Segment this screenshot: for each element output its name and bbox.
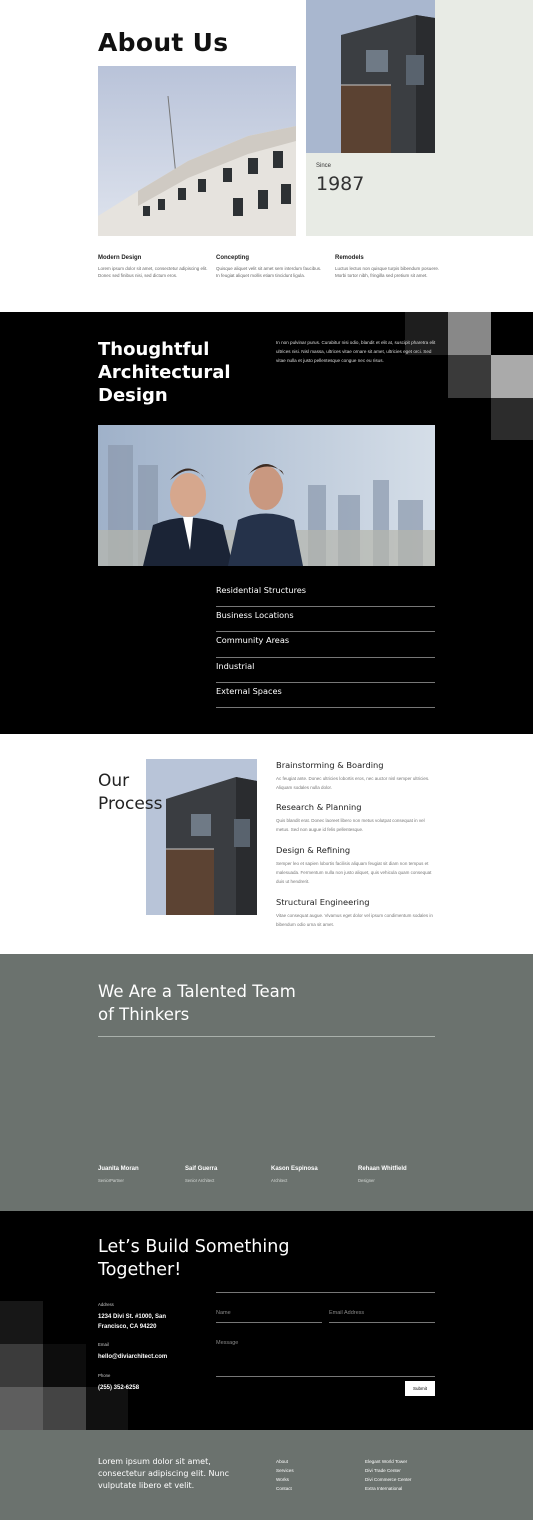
phone-block: Phone (255) 352-6258 xyxy=(98,1373,139,1393)
phone-value[interactable]: (255) 352-6258 xyxy=(98,1383,139,1393)
service-industrial[interactable]: Industrial xyxy=(216,658,435,683)
decor-square xyxy=(43,1344,86,1387)
step-title: Structural Engineering xyxy=(276,897,370,907)
message-field[interactable]: Message xyxy=(216,1337,435,1377)
feature-text: Quisque aliquet velit sit amet sem inter… xyxy=(216,266,322,278)
decor-square xyxy=(491,398,533,440)
location-item: Elegant World Tower xyxy=(365,1459,408,1464)
feature-concepting: Concepting Quisque aliquet velit sit ame… xyxy=(216,255,326,279)
business-people-image xyxy=(98,425,435,566)
submit-button[interactable]: Submit xyxy=(405,1381,435,1396)
decor-square xyxy=(448,355,491,398)
services-list: Residential Structures Business Location… xyxy=(216,582,435,708)
footer-link-services[interactable]: Services xyxy=(276,1466,294,1475)
team-member: Juanita Moran SeniorPartner xyxy=(98,1166,178,1183)
member-role: Senior Architect xyxy=(185,1178,215,1183)
process-section: Our Process Brainstorming & Boarding Ac … xyxy=(0,734,533,954)
address-value: 1234 Divi St. #1000, San Francisco, CA 9… xyxy=(98,1314,167,1330)
section-description: In non pulvinar purus. Curabitur nisi od… xyxy=(276,340,436,364)
team-title: We Are a Talented Team of Thinkers xyxy=(98,982,296,1024)
step-title: Research & Planning xyxy=(276,802,362,812)
process-title: Our Process xyxy=(98,771,163,814)
decor-square xyxy=(0,1387,43,1430)
footer-link-contact[interactable]: Contact xyxy=(276,1484,294,1493)
building-facade-image xyxy=(98,66,296,236)
since-label: Since xyxy=(316,163,332,169)
step-text: Vitae consequat augue. Vivamus eget dolo… xyxy=(276,913,433,928)
service-residential-structures[interactable]: Residential Structures xyxy=(216,582,435,608)
member-name: Saif Guerra xyxy=(185,1166,218,1172)
member-role: Designer xyxy=(358,1178,375,1183)
process-step: Design & Refining Semper leo et sapien l… xyxy=(276,845,436,887)
phone-label: Phone xyxy=(98,1373,111,1378)
feature-text: Luctus lectus non quisque turpis bibendu… xyxy=(335,266,440,278)
email-field[interactable]: Email Address xyxy=(329,1307,435,1323)
location-item: Extra International xyxy=(365,1486,403,1491)
about-section: About Us Since 1987 Modern Design Lorem … xyxy=(0,0,533,312)
contact-section: Let’s Build Something Together! Address … xyxy=(0,1211,533,1430)
feature-remodels: Remodels Luctus lectus non quisque turpi… xyxy=(335,255,445,279)
footer-link-works[interactable]: Works xyxy=(276,1475,294,1484)
service-external-spaces[interactable]: External Spaces xyxy=(216,683,435,708)
feature-title: Concepting xyxy=(216,255,249,261)
member-role: Architect xyxy=(271,1178,288,1183)
step-title: Design & Refining xyxy=(276,845,351,855)
address-block: Address 1234 Divi St. #1000, San Francis… xyxy=(98,1302,166,1332)
team-section: We Are a Talented Team of Thinkers Juani… xyxy=(0,954,533,1211)
member-role: SeniorPartner xyxy=(98,1178,124,1183)
email-value[interactable]: hello@diviarchitect.com xyxy=(98,1352,167,1362)
decor-square xyxy=(86,1387,128,1430)
modern-house-image xyxy=(146,759,257,915)
feature-title: Remodels xyxy=(335,255,364,261)
location-item: Divi Trade Center xyxy=(365,1468,401,1473)
feature-title: Modern Design xyxy=(98,255,142,261)
section-title: Thoughtful Architectural Design xyxy=(98,339,231,406)
step-text: Ac feugiat ante. Donec ultricies loborti… xyxy=(276,776,430,791)
name-field[interactable]: Name xyxy=(216,1307,322,1323)
feature-modern-design: Modern Design Lorem ipsum dolor sit amet… xyxy=(98,255,208,279)
service-community-areas[interactable]: Community Areas xyxy=(216,632,435,658)
contact-title: Let’s Build Something Together! xyxy=(98,1237,290,1280)
footer: Lorem ipsum dolor sit amet, consectetur … xyxy=(0,1430,533,1520)
decor-square xyxy=(43,1387,86,1430)
location-item: Divi Commerce Center xyxy=(365,1477,412,1482)
decor-square xyxy=(491,355,533,398)
decor-square xyxy=(0,1344,43,1387)
footer-link-about[interactable]: About xyxy=(276,1457,294,1466)
feature-text: Lorem ipsum dolor sit amet, consectetur … xyxy=(98,266,208,278)
decor-square xyxy=(448,312,491,355)
service-business-locations[interactable]: Business Locations xyxy=(216,607,435,633)
since-year: 1987 xyxy=(316,173,365,195)
divider xyxy=(98,1036,435,1037)
process-step: Research & Planning Quis blandit erat. D… xyxy=(276,802,436,834)
process-step: Brainstorming & Boarding Ac feugiat ante… xyxy=(276,760,436,792)
team-member: Saif Guerra Senior Architect xyxy=(185,1166,265,1183)
footer-text: Lorem ipsum dolor sit amet, consectetur … xyxy=(98,1457,230,1490)
about-title: About Us xyxy=(98,28,229,57)
footer-nav: About Services Works Contact xyxy=(276,1457,294,1493)
step-text: Quis blandit erat. Donec laoreet libero … xyxy=(276,818,425,833)
member-name: Kason Espinosa xyxy=(271,1166,318,1172)
member-name: Rehaan Whitfield xyxy=(358,1166,407,1172)
step-title: Brainstorming & Boarding xyxy=(276,760,384,770)
modern-house-image xyxy=(306,0,435,153)
divider xyxy=(216,1292,435,1293)
team-member: Kason Espinosa Architect xyxy=(271,1166,351,1183)
email-label: Email xyxy=(98,1342,109,1347)
process-step: Structural Engineering Vitae consequat a… xyxy=(276,897,436,929)
architectural-design-section: Thoughtful Architectural Design In non p… xyxy=(0,312,533,734)
email-block: Email hello@diviarchitect.com xyxy=(98,1342,167,1362)
team-member: Rehaan Whitfield Designer xyxy=(358,1166,438,1183)
member-name: Juanita Moran xyxy=(98,1166,139,1172)
step-text: Semper leo et sapien lobortis facilisis … xyxy=(276,861,432,885)
decor-square xyxy=(0,1301,43,1344)
footer-locations: Elegant World Tower Divi Trade Center Di… xyxy=(365,1457,411,1493)
address-label: Address xyxy=(98,1302,114,1307)
